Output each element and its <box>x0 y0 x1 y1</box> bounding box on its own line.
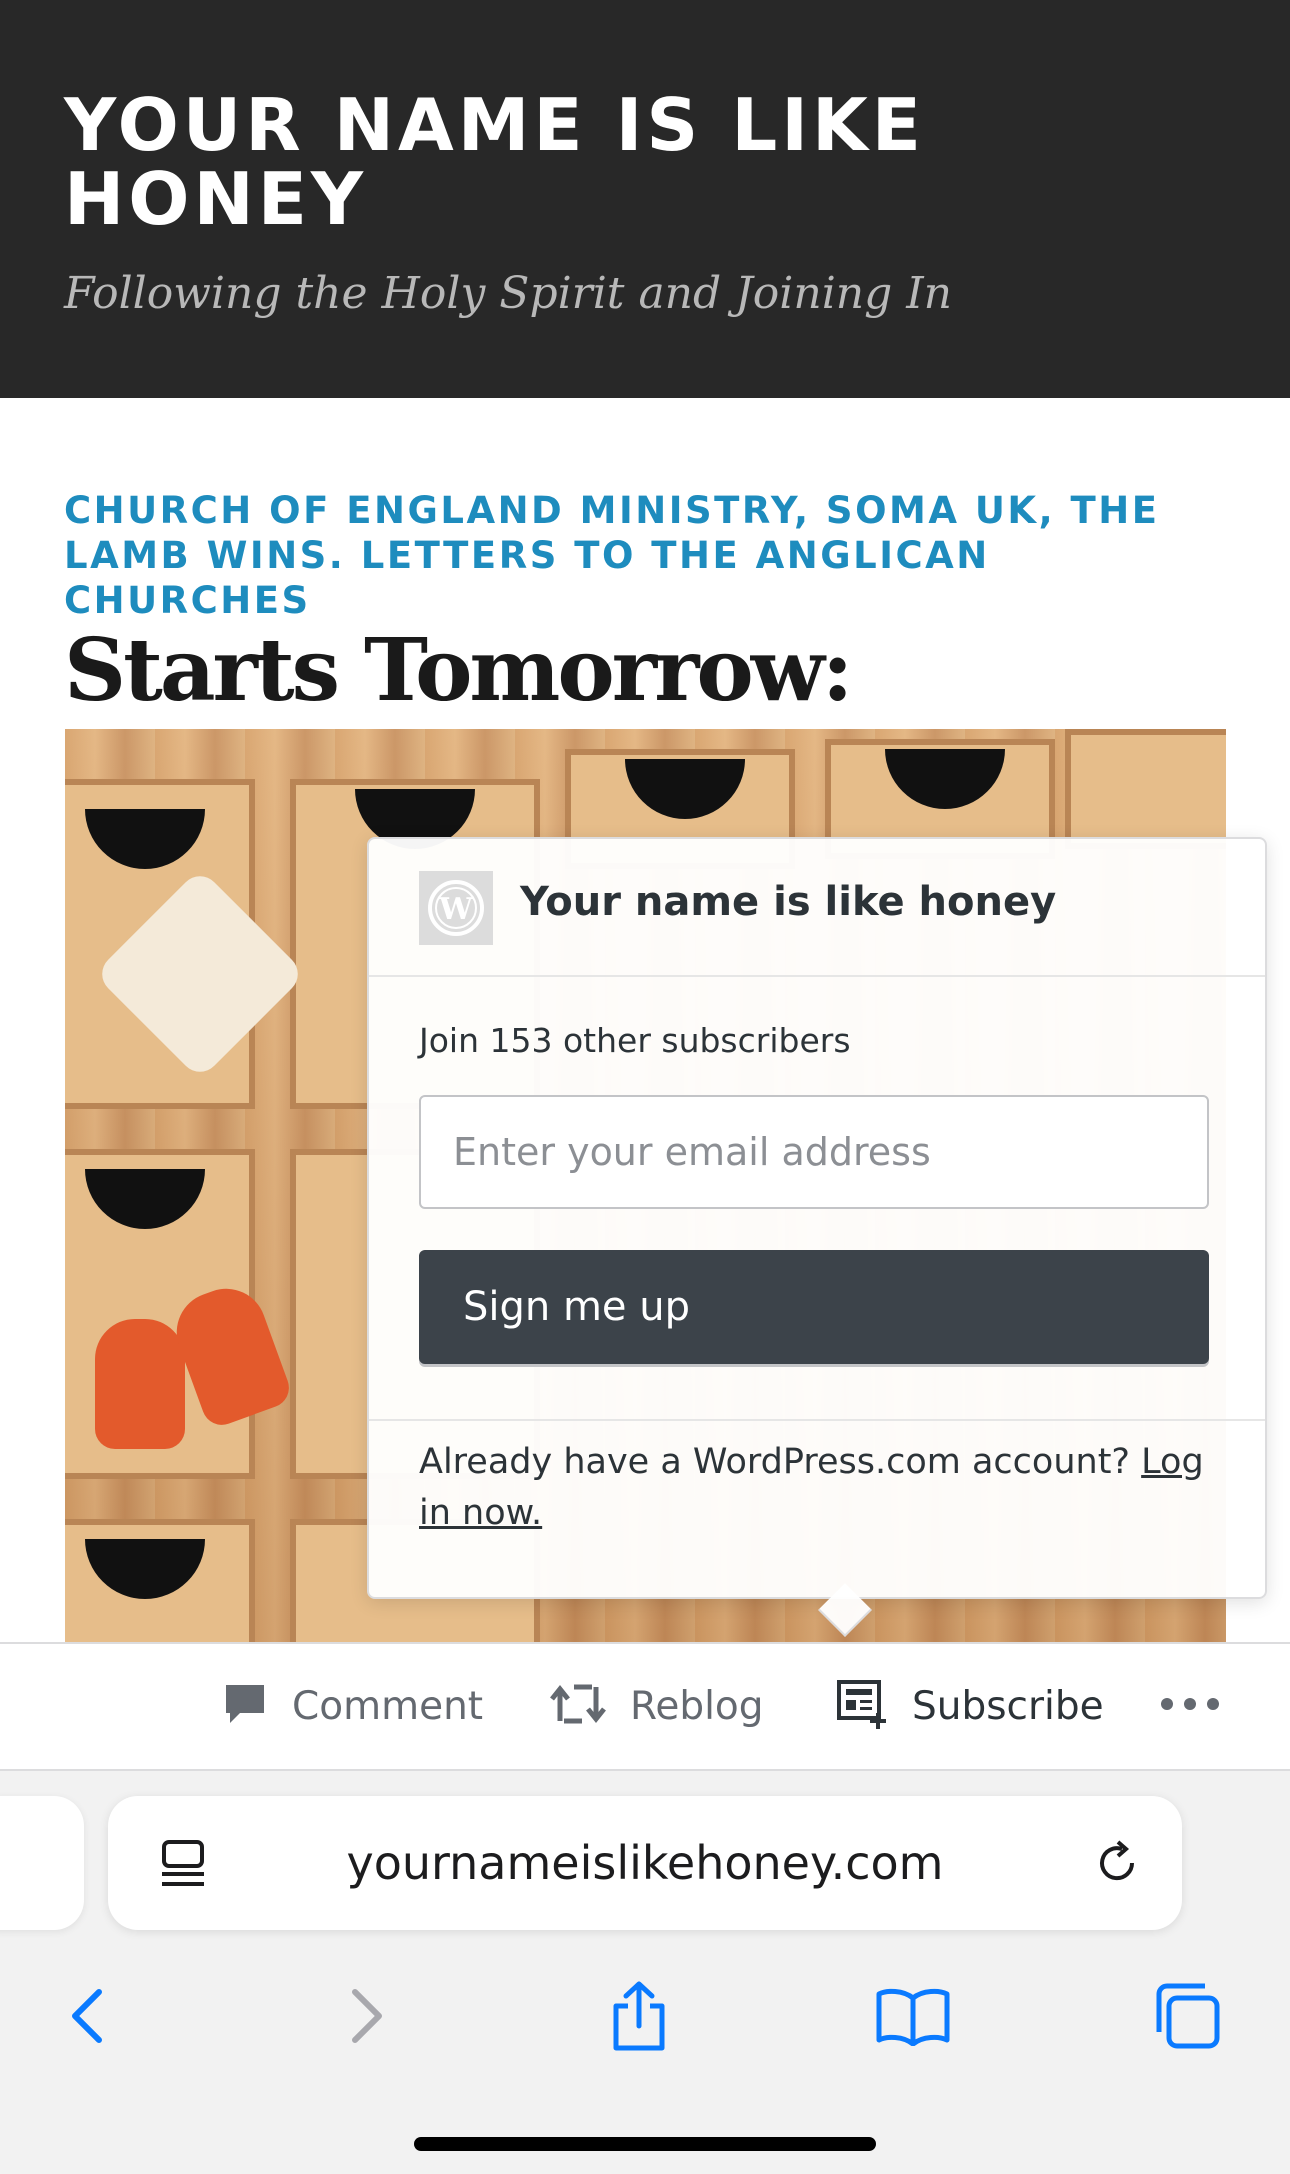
subscribe-icon <box>836 1679 888 1734</box>
site-title[interactable]: YOUR NAME IS LIKE HONEY <box>64 88 964 236</box>
site-header: YOUR NAME IS LIKE HONEY Following the Ho… <box>0 0 1290 398</box>
sign-up-button[interactable]: Sign me up <box>419 1250 1209 1364</box>
popup-blog-name: Your name is like honey <box>520 879 1057 925</box>
popup-divider <box>369 1419 1265 1421</box>
ellipsis-icon <box>1160 1697 1220 1716</box>
previous-tab-preview[interactable] <box>0 1796 84 1930</box>
comment-button[interactable]: Comment <box>222 1644 483 1769</box>
chevron-left-icon <box>72 1989 102 2043</box>
email-input[interactable] <box>419 1095 1209 1209</box>
share-button[interactable] <box>594 1971 684 2061</box>
more-button[interactable] <box>1160 1644 1220 1769</box>
address-bar[interactable]: yournameislikehoney.com <box>108 1796 1182 1930</box>
subscribe-label: Subscribe <box>912 1684 1104 1729</box>
reblog-label: Reblog <box>630 1684 764 1729</box>
home-indicator <box>414 2137 876 2151</box>
reblog-button[interactable]: Reblog <box>550 1644 764 1769</box>
share-icon <box>613 1981 665 2051</box>
popup-header: W Your name is like honey <box>369 839 1265 977</box>
back-button[interactable] <box>42 1971 132 2061</box>
svg-text:W: W <box>438 892 474 927</box>
book-icon <box>876 1988 950 2046</box>
tabs-icon <box>1156 1983 1220 2049</box>
subscribe-popup: W Your name is like honey Join 153 other… <box>367 837 1267 1637</box>
url-text[interactable]: yournameislikehoney.com <box>108 1836 1182 1890</box>
wordpress-logo-icon: W <box>419 871 493 945</box>
forward-button[interactable] <box>322 1971 412 2061</box>
login-prompt-text: Already have a WordPress.com account? <box>419 1442 1130 1482</box>
post-categories[interactable]: CHURCH OF ENGLAND MINISTRY, SOMA UK, THE… <box>64 488 1234 623</box>
post-title: Starts Tomorrow: <box>64 620 854 721</box>
tabs-button[interactable] <box>1142 1971 1232 2061</box>
post-action-bar: Comment Reblog Subscribe <box>0 1642 1290 1771</box>
comment-icon <box>222 1681 268 1732</box>
subscribe-button[interactable]: Subscribe <box>836 1644 1104 1769</box>
login-prompt: Already have a WordPress.com account? Lo… <box>419 1437 1219 1539</box>
subscriber-count-text: Join 153 other subscribers <box>419 1021 851 1060</box>
comment-label: Comment <box>292 1684 484 1729</box>
reload-icon[interactable] <box>1092 1838 1142 1893</box>
chevron-right-icon <box>352 1989 382 2043</box>
browser-toolbar: yournameislikehoney.com <box>0 1771 1290 2174</box>
reblog-icon <box>550 1681 606 1732</box>
site-tagline: Following the Holy Spirit and Joining In <box>64 268 952 319</box>
bookmarks-button[interactable] <box>868 1971 958 2061</box>
